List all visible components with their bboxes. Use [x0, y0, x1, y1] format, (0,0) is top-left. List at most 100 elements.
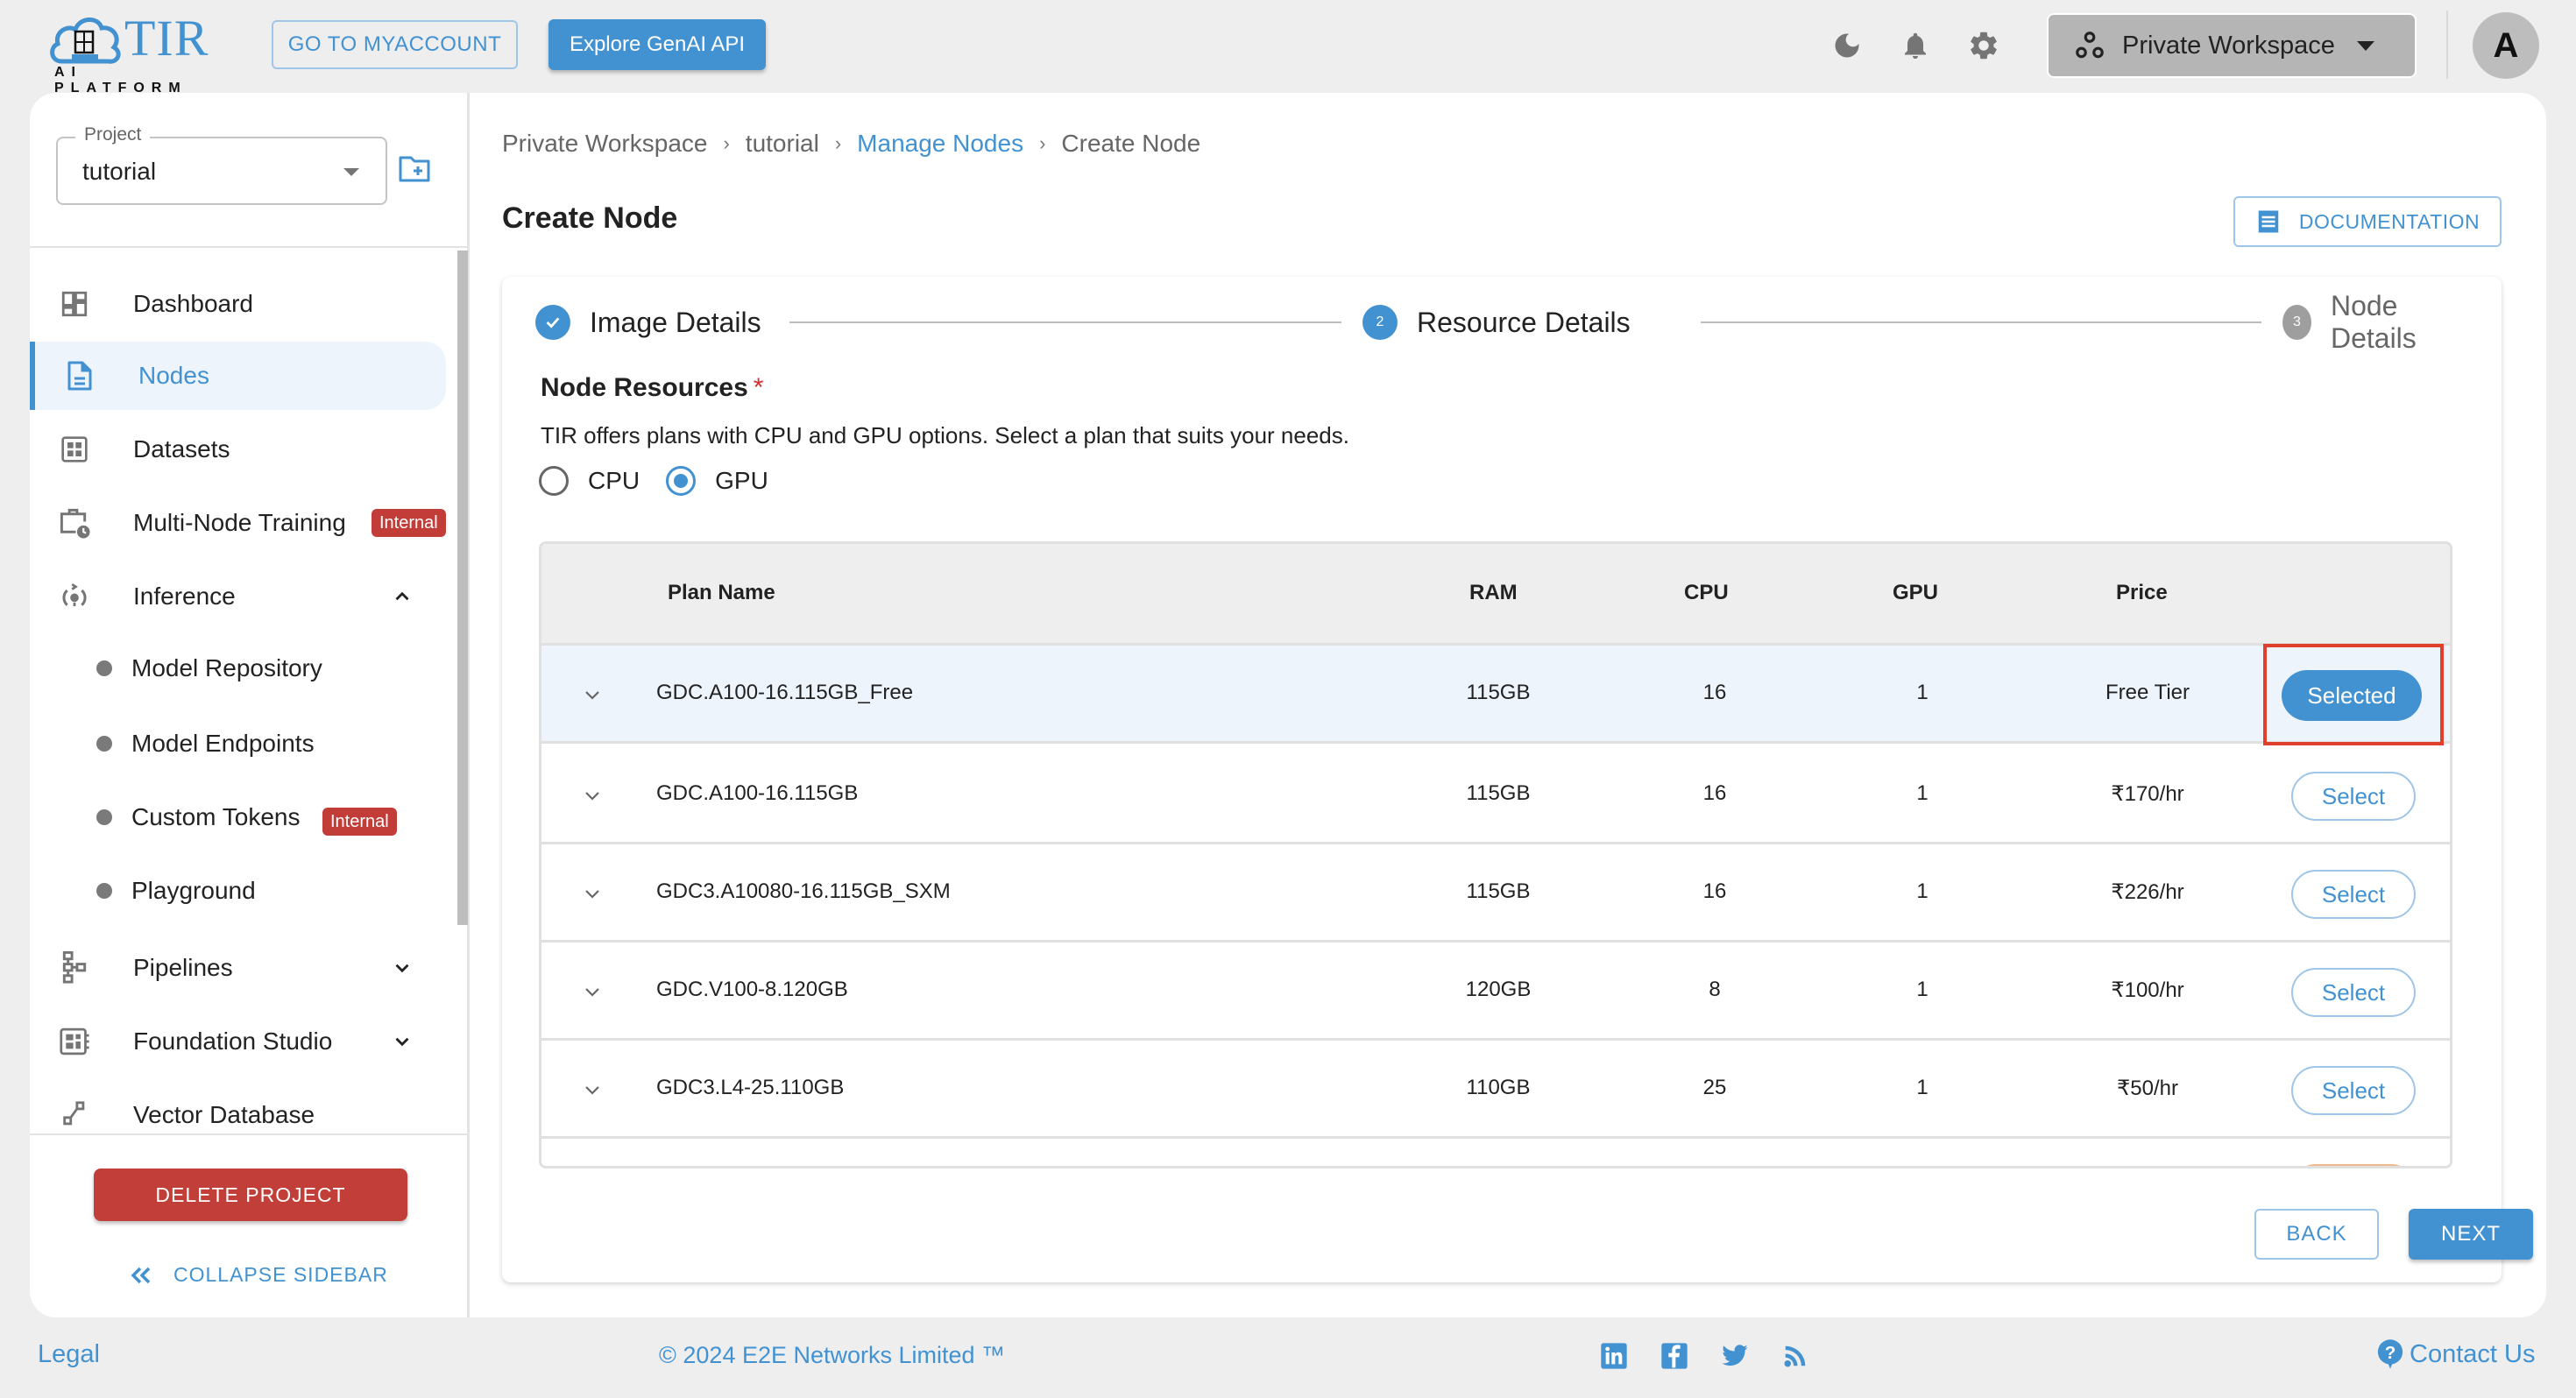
step-connector — [789, 321, 1341, 323]
bullet-icon — [96, 660, 112, 676]
column-header-gpu: GPU — [1893, 581, 1939, 604]
workspace-icon — [2076, 32, 2104, 59]
step-node-details[interactable]: 3 Node Details — [2282, 290, 2463, 354]
cell-ram: 120GB — [1465, 978, 1532, 1001]
sidebar-subitem-playground[interactable]: Playground — [30, 860, 446, 921]
sidebar-divider — [30, 246, 470, 248]
documentation-button[interactable]: DOCUMENTATION — [2233, 196, 2502, 247]
table-row[interactable]: GDC3.L4-25.110GB 110GB 25 1 ₹50/hr Selec… — [541, 1041, 2450, 1139]
select-plan-button[interactable]: Select — [2291, 772, 2416, 821]
bullet-icon — [96, 883, 112, 899]
notifications-button[interactable] — [1896, 26, 1935, 65]
step-number: 3 — [2282, 305, 2311, 340]
step-resource-details[interactable]: 2 Resource Details — [1362, 298, 1631, 347]
caret-down-icon — [343, 168, 359, 176]
cell-price: Free Tier — [2105, 681, 2190, 704]
sidebar-item-foundation-studio[interactable]: Foundation Studio — [30, 1007, 446, 1076]
select-plan-button[interactable]: Select — [2291, 870, 2416, 919]
project-select[interactable]: Project tutorial — [56, 124, 387, 205]
back-button[interactable]: BACK — [2254, 1209, 2379, 1260]
sidebar: Project tutorial Dashboard Nodes Dataset… — [30, 93, 470, 1317]
sidebar-item-label: Inference — [133, 582, 236, 610]
cell-gpu: 1 — [1916, 681, 1928, 704]
go-to-myaccount-button[interactable]: GO TO MYACCOUNT — [272, 20, 518, 69]
sidebar-item-vector-database[interactable]: Vector Database — [30, 1081, 446, 1133]
project-value: tutorial — [82, 158, 157, 185]
cell-ram: 115GB — [1466, 781, 1531, 805]
partial-plan-button[interactable] — [2291, 1164, 2416, 1166]
next-button[interactable]: NEXT — [2409, 1209, 2533, 1260]
column-header-price: Price — [2116, 581, 2168, 604]
sidebar-item-datasets[interactable]: Datasets — [30, 415, 446, 484]
expand-row-icon[interactable] — [582, 1079, 603, 1100]
document-list-icon — [2258, 210, 2279, 233]
table-row-partial[interactable] — [541, 1139, 2450, 1166]
cell-plan-name: GDC.A100-16.115GB — [656, 781, 859, 805]
expand-row-icon[interactable] — [582, 883, 603, 904]
cell-cpu: 8 — [1709, 978, 1721, 1001]
expand-row-icon[interactable] — [582, 684, 603, 705]
explore-genai-api-button[interactable]: Explore GenAI API — [548, 19, 766, 70]
select-plan-button[interactable]: Select — [2291, 1066, 2416, 1115]
legal-link[interactable]: Legal — [38, 1340, 100, 1369]
select-plan-button[interactable]: Select — [2291, 968, 2416, 1017]
user-avatar[interactable]: A — [2473, 12, 2539, 79]
sidebar-subitem-model-endpoints[interactable]: Model Endpoints — [30, 713, 446, 774]
selected-plan-button[interactable]: Selected — [2282, 670, 2422, 721]
step-number: 2 — [1362, 305, 1398, 340]
facebook-link[interactable] — [1659, 1340, 1690, 1372]
table-row[interactable]: GDC3.A10080-16.115GB_SXM 115GB 16 1 ₹226… — [541, 844, 2450, 943]
collapse-sidebar-button[interactable]: COLLAPSE SIDEBAR — [128, 1263, 388, 1287]
theme-toggle-button[interactable] — [1828, 26, 1866, 65]
table-row[interactable]: GDC.V100-8.120GB 120GB 8 1 ₹100/hr Selec… — [541, 943, 2450, 1041]
radio-cpu[interactable]: CPU — [539, 466, 640, 496]
sidebar-scrollbar[interactable] — [457, 251, 468, 925]
column-header-cpu: CPU — [1684, 581, 1729, 604]
sidebar-item-label: Foundation Studio — [133, 1027, 333, 1055]
sidebar-item-dashboard[interactable]: Dashboard — [30, 270, 446, 338]
cell-price: ₹226/hr — [2111, 880, 2184, 904]
cell-plan-name: GDC.A100-16.115GB_Free — [656, 681, 914, 704]
sidebar-item-label: Datasets — [133, 435, 230, 462]
sidebar-item-nodes[interactable]: Nodes — [30, 342, 446, 410]
breadcrumb-workspace[interactable]: Private Workspace — [502, 130, 707, 158]
main-shell: Project tutorial Dashboard Nodes Dataset… — [30, 93, 2546, 1317]
cell-gpu: 1 — [1916, 781, 1928, 805]
sidebar-subitem-model-repository[interactable]: Model Repository — [30, 638, 446, 699]
create-project-button[interactable] — [398, 154, 431, 184]
workspace-selector[interactable]: Private Workspace — [2047, 13, 2417, 78]
expand-row-icon[interactable] — [582, 785, 603, 806]
tir-logo[interactable]: TIR AI PLATFORM — [49, 11, 224, 95]
breadcrumb-project[interactable]: tutorial — [746, 130, 819, 158]
check-circle-icon — [535, 305, 570, 340]
chevron-down-icon — [395, 964, 409, 973]
settings-button[interactable] — [1964, 26, 2003, 65]
sidebar-item-inference[interactable]: Inference — [30, 562, 446, 631]
breadcrumb-manage-nodes[interactable]: Manage Nodes — [857, 130, 1023, 158]
twitter-link[interactable] — [1719, 1340, 1751, 1372]
contact-us-link[interactable]: ? Contact Us — [2376, 1338, 2535, 1370]
cell-gpu: 1 — [1916, 879, 1928, 903]
sidebar-item-pipelines[interactable]: Pipelines — [30, 934, 446, 1002]
sidebar-item-multi-node-training[interactable]: Multi-Node Training Internal — [30, 489, 446, 557]
cell-price: ₹170/hr — [2111, 782, 2184, 806]
node-resources-title: Node Resources * — [541, 373, 763, 403]
table-row[interactable]: GDC.A100-16.115GB 115GB 16 1 ₹170/hr Sel… — [541, 746, 2450, 844]
delete-project-button[interactable]: DELETE PROJECT — [94, 1169, 407, 1221]
rss-link[interactable] — [1780, 1340, 1811, 1372]
dashboard-icon — [58, 287, 91, 321]
step-image-details[interactable]: Image Details — [535, 298, 761, 347]
table-row[interactable]: GDC.A100-16.115GB_Free 115GB 16 1 Free T… — [541, 644, 2450, 745]
sidebar-item-label: Multi-Node Training — [133, 509, 346, 536]
linkedin-link[interactable] — [1598, 1340, 1630, 1372]
expand-row-icon[interactable] — [582, 981, 603, 1002]
sidebar-subitem-custom-tokens[interactable]: Custom Tokens Internal — [30, 787, 446, 848]
cell-plan-name: GDC3.L4-25.110GB — [656, 1076, 845, 1099]
resource-type-radio-group: CPU GPU — [539, 466, 795, 496]
linkedin-icon — [1601, 1343, 1627, 1369]
step-connector — [1701, 321, 2261, 323]
logo-subtitle: AI PLATFORM — [54, 65, 188, 95]
cell-plan-name: GDC3.A10080-16.115GB_SXM — [656, 879, 951, 903]
radio-gpu[interactable]: GPU — [666, 466, 768, 496]
project-label: Project — [75, 124, 151, 145]
